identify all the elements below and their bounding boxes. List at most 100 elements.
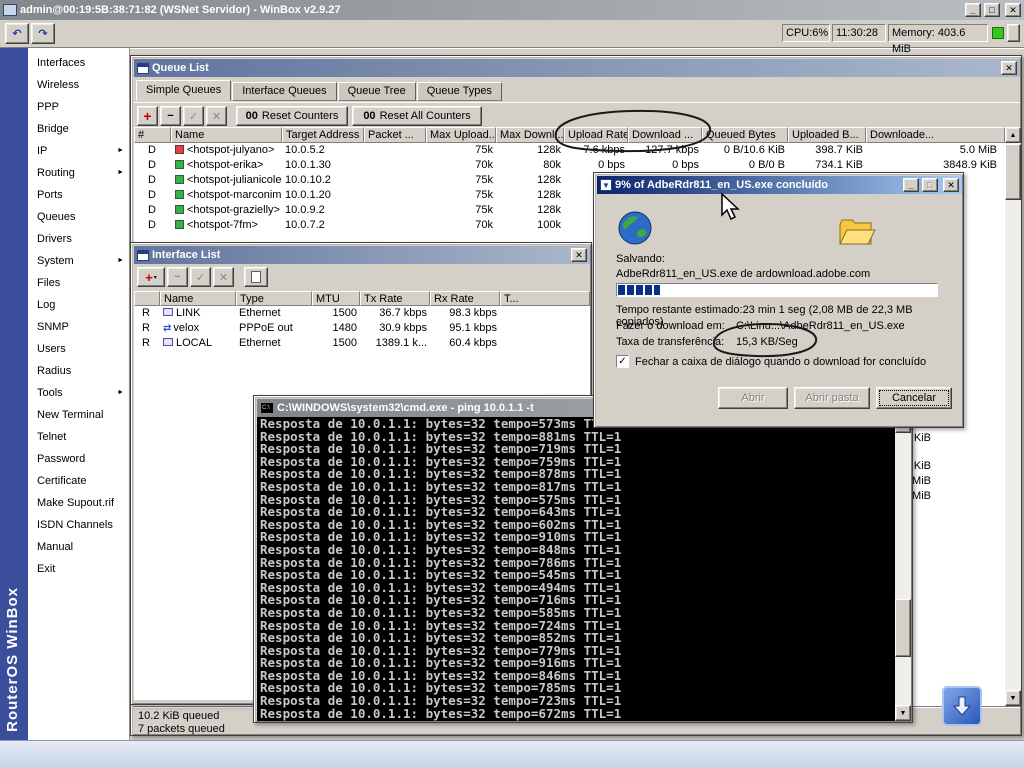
add-interface-button[interactable]: + ▾ [137,267,165,287]
maximize-button[interactable]: □ [984,3,1000,17]
column-header-type[interactable]: Type [236,291,312,306]
tab-queue-types[interactable]: Queue Types [416,82,502,101]
sidebar-item-ports[interactable]: Ports [28,184,129,206]
column-header-max-download[interactable]: Max Downl... [496,127,564,143]
download-location-row: Fazer o download em: C:\Linu...\AdbeRdr81… [616,320,905,332]
tab-simple-queues[interactable]: Simple Queues [136,80,232,101]
sidebar-item-wireless[interactable]: Wireless [28,74,129,96]
column-header-upload-rate[interactable]: Upload Rate [564,127,628,143]
queue-close-button[interactable]: ✕ [1001,61,1017,75]
cmd-output[interactable]: Resposta de 10.0.1.1: bytes=32 tempo=573… [257,417,895,721]
queue-row[interactable]: D <hotspot-erika> 10.0.1.30 70k 80k 0 bp… [134,158,1005,173]
remove-queue-button[interactable]: − [160,106,181,126]
reset-all-counters-button[interactable]: 00 Reset All Counters [352,106,482,126]
sidebar-item-snmp[interactable]: SNMP [28,316,129,338]
queue-scrollbar[interactable]: ▲ ▼ [1005,127,1021,706]
sidebar-item-routing[interactable]: Routing ► [28,162,129,184]
tab-queue-tree[interactable]: Queue Tree [337,82,416,101]
column-header-downloaded[interactable]: Downloade... [866,127,1005,143]
disable-interface-button[interactable]: ✕ [213,267,234,287]
sidebar-item-password[interactable]: Password [28,448,129,470]
taskbar: Iniciar e » Google Talk e 2 Internet Exp… [0,740,1024,768]
column-header-number[interactable]: # [134,127,171,143]
disable-queue-button[interactable]: ✕ [206,106,227,126]
column-header-max-upload[interactable]: Max Upload... [426,127,496,143]
sidebar-item-label: Wireless [37,79,80,91]
sidebar-item-tools[interactable]: Tools ► [28,382,129,404]
sidebar-item-certificate[interactable]: Certificate [28,470,129,492]
column-header-download-rate[interactable]: Download ... [628,127,702,143]
column-header-flags[interactable] [134,291,160,306]
sidebar-item-system[interactable]: System ► [28,250,129,272]
winbox-titlebar: admin@00:19:5B:38:71:82 (WSNet Servidor)… [0,0,1024,20]
queue-row[interactable]: D <hotspot-julyano> 10.0.5.2 75k 128k 7.… [134,143,1005,158]
queue-flag: D [148,174,156,186]
rate-label: Taxa de transferência: [616,336,725,348]
interface-row[interactable]: R ⇄ velox PPPoE out 1480 30.9 kbps 95.1 k… [134,321,590,336]
queue-name: <hotspot-7fm> [171,218,282,233]
minimize-button[interactable]: _ [965,3,981,17]
sidebar-item-isdn-channels[interactable]: ISDN Channels [28,514,129,536]
sidebar-item-ip[interactable]: IP ► [28,140,129,162]
scroll-up-icon[interactable]: ▲ [1005,127,1021,143]
sidebar-item-files[interactable]: Files [28,272,129,294]
queue-downloaded: 3848.9 KiB [943,159,997,171]
dialog-minimize-button[interactable]: _ [903,178,919,192]
sidebar-item-make-supout[interactable]: Make Supout.rif [28,492,129,514]
enable-queue-button[interactable]: ✓ [183,106,204,126]
scroll-down-icon[interactable]: ▼ [1005,690,1021,706]
sidebar-item-radius[interactable]: Radius [28,360,129,382]
interface-row[interactable]: R LOCAL Ethernet 1500 1389.1 k... 60.4 k… [134,336,590,351]
sidebar-item-new-terminal[interactable]: New Terminal [28,404,129,426]
column-header-name[interactable]: Name [171,127,282,143]
download-dialog-titlebar[interactable]: ▼ 9% of AdbeRdr811_en_US.exe concluído _… [597,176,962,194]
sidebar-item-manual[interactable]: Manual [28,536,129,558]
interface-list-title: Interface List [152,249,221,261]
interface-table-header: Name Type MTU Tx Rate Rx Rate T... [134,291,590,306]
sidebar-item-log[interactable]: Log [28,294,129,316]
column-header-queued-bytes[interactable]: Queued Bytes [702,127,788,143]
download-arrow-icon[interactable] [942,686,982,726]
sidebar-item-drivers[interactable]: Drivers [28,228,129,250]
enable-interface-button[interactable]: ✓ [190,267,211,287]
interface-close-button[interactable]: ✕ [571,248,587,262]
sidebar-item-bridge[interactable]: Bridge [28,118,129,140]
column-header-tx-packet[interactable]: T... [500,291,590,306]
column-header-tx-rate[interactable]: Tx Rate [360,291,430,306]
sidebar-item-queues[interactable]: Queues [28,206,129,228]
status-led [992,27,1004,39]
undo-button[interactable]: ↶ [5,23,29,44]
column-header-mtu[interactable]: MTU [312,291,360,306]
scrollbar-thumb[interactable] [1005,144,1021,200]
close-button[interactable]: ✕ [1005,3,1021,17]
interface-row[interactable]: R LINK Ethernet 1500 36.7 kbps 98.3 kbps [134,306,590,321]
column-header-packet[interactable]: Packet ... [364,127,426,143]
column-header-name[interactable]: Name [160,291,236,306]
column-header-uploaded[interactable]: Uploaded B... [788,127,866,143]
interface-list-titlebar[interactable]: Interface List ✕ [134,246,590,264]
cmd-scrollbar[interactable]: ▲ ▼ [895,417,911,721]
redo-button[interactable]: ↷ [31,23,55,44]
rate-value: 15,3 KB/Seg [736,336,798,348]
zero-icon: 00 [245,110,258,122]
dialog-close-button[interactable]: ✕ [943,178,959,192]
torch-button[interactable] [244,267,268,287]
reset-counters-button[interactable]: 00 Reset Counters [236,106,348,126]
queue-list-titlebar[interactable]: Queue List ✕ [134,59,1020,77]
column-header-rx-rate[interactable]: Rx Rate [430,291,500,306]
sidebar-item-ppp[interactable]: PPP [28,96,129,118]
sidebar-item-exit[interactable]: Exit [28,558,129,580]
plus-icon: + [145,269,153,285]
close-when-done-checkbox[interactable]: ✓ [616,355,629,368]
sidebar-item-users[interactable]: Users [28,338,129,360]
tab-interface-queues[interactable]: Interface Queues [232,82,337,101]
cancel-button[interactable]: Cancelar [876,387,952,409]
queue-target: 10.0.7.2 [285,219,325,231]
column-header-target[interactable]: Target Address [282,127,364,143]
scroll-down-icon[interactable]: ▼ [895,705,911,721]
sidebar-item-telnet[interactable]: Telnet [28,426,129,448]
add-queue-button[interactable]: + [137,106,158,126]
scrollbar-thumb[interactable] [895,599,911,657]
sidebar-item-interfaces[interactable]: Interfaces [28,52,129,74]
remove-interface-button[interactable]: − [167,267,188,287]
